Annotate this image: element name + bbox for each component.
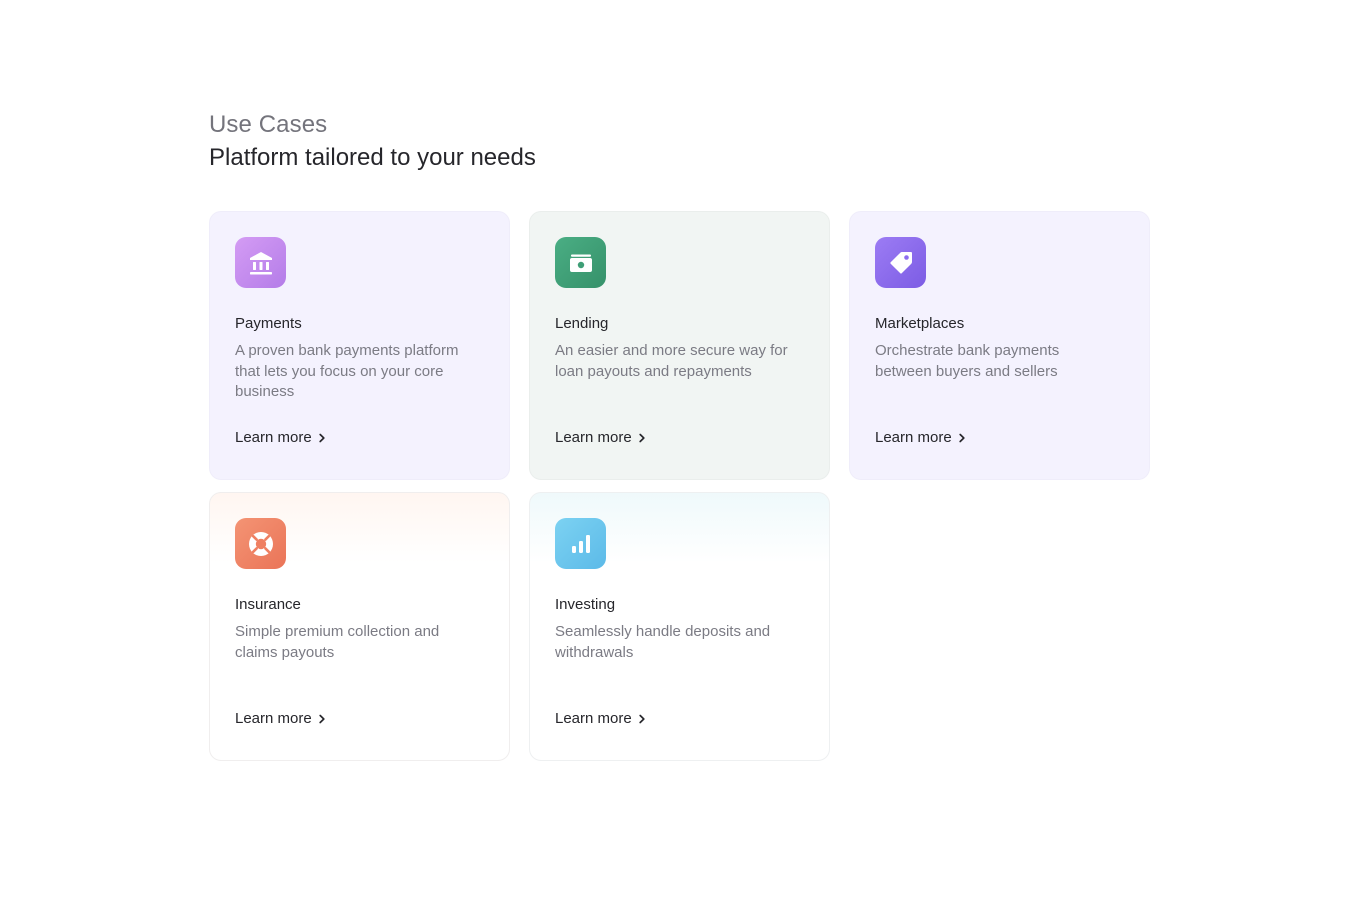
learn-more-label: Learn more bbox=[555, 710, 632, 727]
learn-more-link-investing[interactable]: Learn more bbox=[555, 709, 646, 729]
use-case-grid: Payments A proven bank payments platform… bbox=[209, 211, 1150, 761]
card-title: Marketplaces bbox=[875, 315, 965, 332]
card-title: Lending bbox=[555, 315, 609, 332]
payments-icon-tile bbox=[235, 237, 286, 288]
learn-more-label: Learn more bbox=[235, 429, 312, 446]
card-description: A proven bank payments platform that let… bbox=[235, 342, 459, 400]
learn-more-link-payments[interactable]: Learn more bbox=[235, 428, 326, 448]
investing-icon-tile bbox=[555, 518, 606, 569]
card-payments[interactable]: Payments A proven bank payments platform… bbox=[209, 211, 510, 480]
cash-icon bbox=[569, 254, 592, 272]
learn-more-link-lending[interactable]: Learn more bbox=[555, 428, 646, 448]
chevron-right-icon bbox=[319, 433, 325, 443]
chevron-right-icon bbox=[319, 714, 325, 724]
learn-more-label: Learn more bbox=[555, 429, 632, 446]
chevron-right-icon bbox=[639, 433, 645, 443]
card-title: Payments bbox=[235, 315, 302, 332]
bar-chart-icon bbox=[571, 534, 590, 553]
card-lending[interactable]: Lending An easier and more secure way fo… bbox=[529, 211, 830, 480]
bank-icon bbox=[249, 251, 272, 274]
chevron-right-icon bbox=[639, 714, 645, 724]
insurance-icon-tile bbox=[235, 518, 286, 569]
card-description: Seamlessly handle deposits and withdrawa… bbox=[555, 623, 771, 661]
card-description: An easier and more secure way for loan p… bbox=[555, 342, 788, 380]
lending-icon-tile bbox=[555, 237, 606, 288]
section-heading: Platform tailored to your needs bbox=[209, 144, 536, 171]
card-description: Orchestrate bank payments between buyers… bbox=[875, 342, 1060, 380]
card-title: Insurance bbox=[235, 596, 301, 613]
card-description: Simple premium collection and claims pay… bbox=[235, 623, 440, 661]
section-eyebrow: Use Cases bbox=[209, 111, 328, 138]
learn-more-link-marketplaces[interactable]: Learn more bbox=[875, 428, 966, 448]
learn-more-label: Learn more bbox=[875, 429, 952, 446]
lifebuoy-icon bbox=[248, 531, 273, 556]
tag-icon bbox=[889, 251, 912, 274]
chevron-right-icon bbox=[959, 433, 965, 443]
card-investing[interactable]: Investing Seamlessly handle deposits and… bbox=[529, 492, 830, 761]
learn-more-link-insurance[interactable]: Learn more bbox=[235, 709, 326, 729]
use-cases-section: Use Cases Platform tailored to your need… bbox=[209, 109, 1150, 761]
card-title: Investing bbox=[555, 596, 616, 613]
marketplaces-icon-tile bbox=[875, 237, 926, 288]
learn-more-label: Learn more bbox=[235, 710, 312, 727]
card-insurance[interactable]: Insurance Simple premium collection and … bbox=[209, 492, 510, 761]
card-marketplaces[interactable]: Marketplaces Orchestrate bank payments b… bbox=[849, 211, 1150, 480]
